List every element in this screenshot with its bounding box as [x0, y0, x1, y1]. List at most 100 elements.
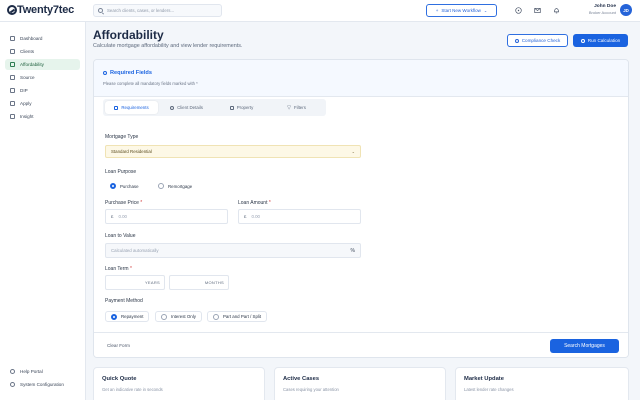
- search-icon: [98, 8, 103, 13]
- sidebar-item-system-configuration[interactable]: System Configuration: [5, 379, 80, 390]
- avatar[interactable]: JD: [620, 4, 632, 16]
- page-subtitle: Calculate mortgage affordability and vie…: [93, 43, 243, 49]
- currency-symbol: £: [111, 214, 114, 219]
- required-fields-card: Required Fields Please complete all mand…: [93, 59, 629, 358]
- ltv-placeholder: Calculated automatically: [111, 248, 159, 253]
- card-title: Active Cases: [283, 376, 320, 382]
- tab-label: Filters: [293, 105, 306, 110]
- plus-icon: +: [435, 8, 439, 13]
- sidebar-item-dashboard[interactable]: Dashboard: [5, 33, 80, 44]
- sidebar-item-label: Affordability: [20, 62, 44, 67]
- clients-icon: [10, 49, 15, 54]
- search-mortgages-button[interactable]: Search Mortgages: [550, 339, 619, 353]
- payment-interest-only-radio[interactable]: Interest Only: [155, 311, 202, 322]
- purchase-price-input[interactable]: £ 0.00: [105, 209, 228, 224]
- app-logo[interactable]: Twenty7tec: [7, 4, 74, 16]
- card-subtitle: Cases requiring your attention: [283, 387, 339, 392]
- radio-dot: [158, 183, 164, 189]
- mortgage-type-select[interactable]: Standard Residential ⌄: [105, 145, 361, 158]
- apply-icon: [10, 101, 15, 106]
- list-icon: [114, 105, 119, 110]
- start-workflow-button[interactable]: + Start New Workflow ⌄: [426, 4, 497, 17]
- sidebar-item-affordability[interactable]: Affordability: [5, 59, 80, 70]
- payment-part-and-part-radio[interactable]: Part and Part / Split: [207, 311, 268, 322]
- sidebar-item-label: DIP: [20, 88, 28, 93]
- sidebar-item-help-portal[interactable]: Help Portal: [5, 366, 80, 377]
- sidebar-item-label: Insight: [20, 114, 34, 119]
- settings-icon: [10, 382, 15, 387]
- sidebar-item-insight[interactable]: Insight: [5, 111, 80, 122]
- tab-client-details[interactable]: Client Details: [160, 101, 213, 114]
- user-info[interactable]: John Doe Broker Account: [572, 4, 616, 15]
- start-workflow-label: Start New Workflow: [441, 8, 481, 13]
- sidebar-item-label: Apply: [20, 101, 32, 106]
- logo-text: Twenty7tec: [17, 4, 75, 16]
- mail-icon[interactable]: [534, 7, 541, 14]
- radio-dot: [213, 313, 219, 320]
- tab-filters[interactable]: ▽ Filters: [270, 101, 323, 114]
- active-cases-card[interactable]: Active Cases Cases requiring your attent…: [274, 367, 446, 400]
- loan-purpose-label: Loan Purpose: [105, 169, 137, 175]
- sidebar-item-apply[interactable]: Apply: [5, 98, 80, 109]
- loan-amount-input[interactable]: £ 0.00: [238, 209, 361, 224]
- sidebar-item-label: System Configuration: [20, 382, 64, 387]
- radio-label: Remortgage: [168, 183, 193, 189]
- ltv-field: Calculated automatically %: [105, 243, 361, 258]
- user-name: John Doe: [594, 4, 616, 9]
- card-header: Required Fields Please complete all mand…: [94, 60, 628, 97]
- percent-suffix: %: [350, 247, 355, 254]
- card-title: Market Update: [464, 376, 504, 382]
- user-role: Broker Account: [588, 10, 616, 15]
- sidebar-item-clients[interactable]: Clients: [5, 46, 80, 57]
- market-update-card[interactable]: Market Update Latest lender rate changes: [455, 367, 629, 400]
- loan-amount-placeholder: 0.00: [251, 214, 260, 219]
- help-circle-icon[interactable]: [515, 7, 522, 14]
- loan-amount-label: Loan Amount *: [238, 200, 271, 206]
- dashboard-icon: [10, 36, 15, 41]
- clear-form-link[interactable]: Clear Form: [107, 343, 130, 348]
- tab-label: Client Details: [177, 105, 203, 110]
- sidebar-item-source[interactable]: Source: [5, 72, 80, 83]
- help-icon: [10, 369, 15, 374]
- radio-dot: [110, 183, 116, 189]
- logo-mark-icon: [7, 5, 17, 15]
- sidebar-item-label: Source: [20, 75, 35, 80]
- loan-purpose-purchase-radio[interactable]: Purchase: [110, 183, 139, 189]
- loan-term-months-input[interactable]: MONTHS: [169, 275, 229, 290]
- loan-term-years-input[interactable]: YEARS: [105, 275, 165, 290]
- tab-requirements[interactable]: Requirements: [105, 101, 158, 114]
- tab-property[interactable]: Property: [215, 101, 268, 114]
- user-icon: [170, 105, 175, 110]
- card-subtitle: Get an indicative rate in seconds: [102, 387, 163, 392]
- sidebar-item-dip[interactable]: DIP: [5, 85, 80, 96]
- years-label: YEARS: [144, 280, 160, 285]
- card-title: Quick Quote: [102, 376, 137, 382]
- search-box[interactable]: [93, 4, 222, 17]
- search-input[interactable]: [107, 8, 217, 13]
- home-icon: [229, 105, 234, 110]
- tab-label: Requirements: [121, 105, 149, 110]
- ltv-label: Loan to Value: [105, 233, 136, 239]
- payment-repayment-radio[interactable]: Repayment: [105, 311, 150, 322]
- sidebar: Dashboard Clients Affordability Source D…: [0, 22, 86, 400]
- source-icon: [10, 75, 15, 80]
- card-title: Required Fields: [103, 70, 152, 76]
- months-label: MONTHS: [204, 280, 224, 285]
- compliance-check-label: Compliance Check: [521, 38, 561, 43]
- sidebar-item-label: Clients: [20, 49, 35, 54]
- loan-purpose-remortgage-radio[interactable]: Remortgage: [158, 183, 192, 189]
- payment-method-label: Payment Method: [105, 298, 143, 304]
- affordability-icon: [10, 62, 15, 67]
- loan-term-label: Loan Term *: [105, 266, 132, 272]
- run-calculation-label: Run Calculation: [587, 38, 621, 43]
- bell-icon[interactable]: [553, 7, 560, 14]
- quick-quote-card[interactable]: Quick Quote Get an indicative rate in se…: [93, 367, 265, 400]
- mortgage-type-value: Standard Residential: [111, 149, 152, 154]
- currency-symbol: £: [244, 214, 247, 219]
- compliance-check-button[interactable]: Compliance Check: [507, 34, 568, 47]
- top-bar: Twenty7tec + Start New Workflow ⌄ John D…: [0, 0, 640, 22]
- run-calculation-button[interactable]: Run Calculation: [573, 34, 628, 47]
- radio-label: Interest Only: [171, 314, 196, 319]
- purchase-price-placeholder: 0.00: [118, 214, 127, 219]
- filter-icon: ▽: [287, 104, 291, 111]
